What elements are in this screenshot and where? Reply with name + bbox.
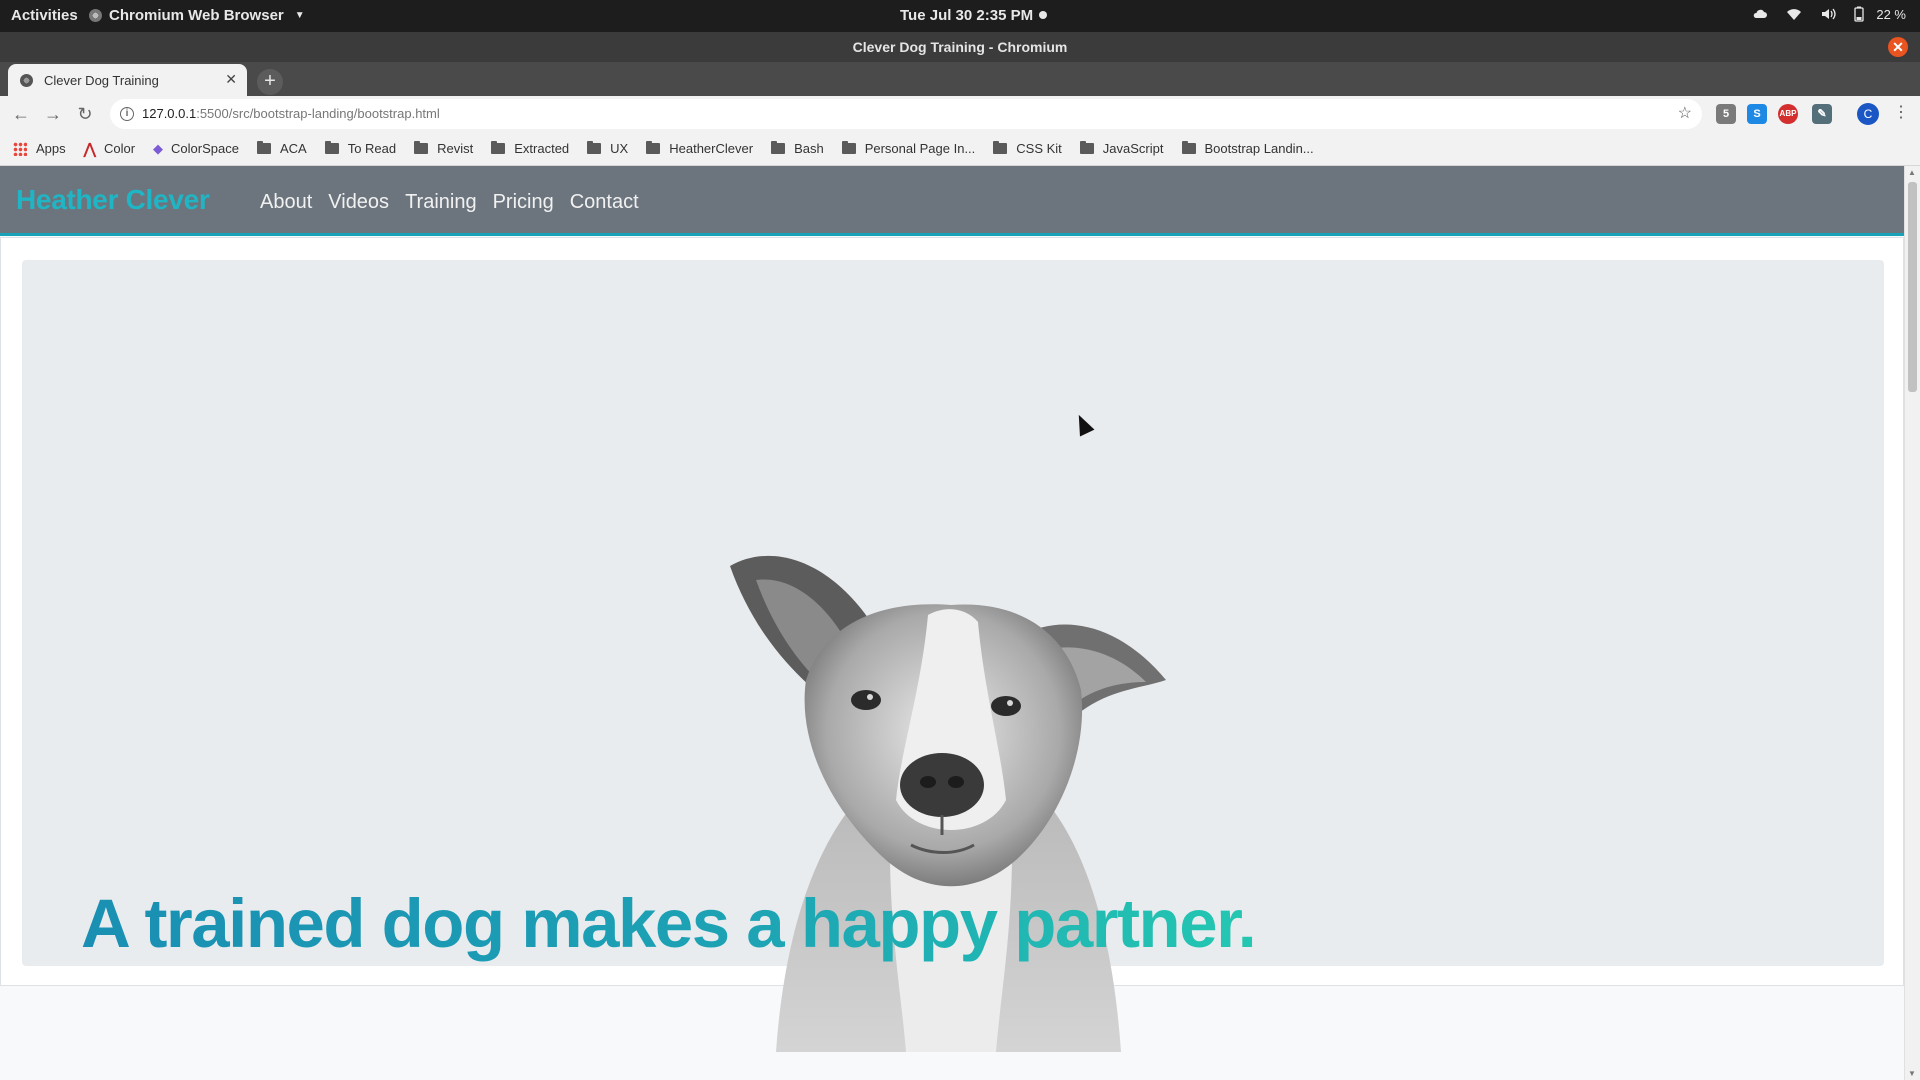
favicon-icon: [20, 73, 33, 87]
scroll-thumb[interactable]: [1908, 182, 1917, 392]
folder-icon: [993, 141, 1008, 154]
apps-grid-icon: [13, 141, 27, 156]
tab-title: Clever Dog Training: [44, 72, 159, 88]
folder-icon: [1079, 141, 1094, 154]
scroll-up-icon[interactable]: ▲: [1908, 168, 1916, 177]
tab-strip: Clever Dog Training ✕ +: [0, 62, 1920, 96]
page-viewport: Heather Clever About Videos Training Pri…: [0, 166, 1920, 1080]
tab-close-icon[interactable]: ✕: [225, 71, 237, 88]
chromium-icon: [89, 9, 102, 22]
forward-button[interactable]: →: [43, 104, 63, 124]
browser-toolbar: ← → ↻ i 127.0.0.1:5500/src/bootstrap-lan…: [0, 96, 1920, 132]
window-title-bar: Clever Dog Training - Chromium ✕: [0, 32, 1920, 62]
color-picker-icon[interactable]: ✎: [1812, 104, 1832, 124]
clock-label: Tue Jul 30 2:35 PM: [900, 7, 1034, 24]
bookmark-label: Revist: [437, 141, 474, 156]
bookmark-apps[interactable]: Apps: [13, 141, 66, 156]
bookmark-folder-to-read[interactable]: To Read: [324, 141, 397, 156]
app-menu[interactable]: Chromium Web Browser ▼: [89, 7, 305, 24]
scroll-down-icon[interactable]: ▼: [1908, 1069, 1916, 1078]
address-bar[interactable]: i 127.0.0.1:5500/src/bootstrap-landing/b…: [110, 99, 1702, 129]
bookmark-colorspace[interactable]: ◆ ColorSpace: [153, 141, 239, 157]
extension-badge-icon[interactable]: 5: [1716, 104, 1736, 124]
folder-icon: [587, 141, 602, 154]
extension-badge-count: 5: [1722, 108, 1730, 120]
nav-link-videos[interactable]: Videos: [328, 191, 389, 214]
bookmark-folder-ux[interactable]: UX: [587, 141, 628, 156]
bookmark-folder-revist[interactable]: Revist: [414, 141, 473, 156]
bookmark-folder-personal-page[interactable]: Personal Page In...: [841, 141, 976, 156]
site-brand[interactable]: Heather Clever: [16, 184, 210, 216]
hero-headline: A trained dog makes a happy partner.: [81, 885, 1257, 962]
chevron-down-icon: ▼: [294, 10, 305, 21]
bookmark-folder-heatherclever[interactable]: HeatherClever: [646, 141, 753, 156]
profile-initial: C: [1863, 107, 1873, 121]
bookmark-folder-javascript[interactable]: JavaScript: [1079, 141, 1164, 156]
bookmark-label: Extracted: [514, 141, 570, 156]
bookmark-folder-extracted[interactable]: Extracted: [491, 141, 569, 156]
folder-icon: [646, 141, 661, 154]
window-title: Clever Dog Training - Chromium: [852, 39, 1068, 55]
url-host: 127.0.0.1: [142, 106, 197, 121]
bookmark-label: CSS Kit: [1016, 141, 1062, 156]
bookmark-label: To Read: [347, 141, 397, 156]
colorspace-icon: ◆: [153, 140, 164, 156]
cloud-icon: [1752, 6, 1768, 22]
adobe-color-icon: ⋀: [83, 140, 96, 158]
bookmark-star-icon[interactable]: ☆: [1678, 99, 1692, 129]
nav-link-about[interactable]: About: [260, 191, 312, 214]
folder-icon: [414, 141, 429, 154]
folder-icon: [1181, 141, 1196, 154]
bookmark-label: Apps: [36, 141, 66, 156]
folder-icon: [324, 141, 339, 154]
bookmark-folder-aca[interactable]: ACA: [256, 141, 307, 156]
app-menu-label: Chromium Web Browser: [109, 7, 284, 24]
folder-icon: [841, 141, 856, 154]
bookmark-folder-bootstrap-landing[interactable]: Bootstrap Landin...: [1181, 141, 1314, 156]
site-navbar: Heather Clever About Videos Training Pri…: [0, 166, 1904, 236]
bookmarks-bar: Apps ⋀ Color ◆ ColorSpace ACA To Read Revi…: [0, 132, 1920, 166]
system-tray[interactable]: 22 %: [1752, 6, 1906, 22]
s-extension-icon[interactable]: S: [1747, 104, 1767, 124]
nav-link-training[interactable]: Training: [405, 191, 477, 214]
url-path: :5500/src/bootstrap-landing/bootstrap.ht…: [196, 106, 440, 121]
bookmark-label: ACA: [279, 141, 307, 156]
wifi-icon: [1786, 6, 1802, 22]
bookmark-folder-bash[interactable]: Bash: [771, 141, 824, 156]
info-icon[interactable]: i: [120, 107, 134, 121]
bookmark-label: Color: [103, 141, 136, 156]
bookmark-label: Bootstrap Landin...: [1204, 141, 1314, 156]
adblock-icon[interactable]: ABP: [1778, 104, 1798, 124]
activities-button[interactable]: Activities: [11, 7, 78, 24]
folder-icon: [256, 141, 271, 154]
window-close-button[interactable]: ✕: [1888, 37, 1908, 57]
volume-icon: [1820, 6, 1837, 22]
back-button[interactable]: ←: [11, 104, 31, 124]
hero-section: A trained dog makes a happy partner.: [0, 237, 1904, 1052]
bookmark-color[interactable]: ⋀ Color: [84, 140, 135, 158]
profile-avatar[interactable]: C: [1857, 103, 1879, 125]
folder-icon: [771, 141, 786, 154]
nav-link-pricing[interactable]: Pricing: [493, 191, 554, 214]
page-scrollbar[interactable]: ▲ ▼: [1904, 166, 1920, 1080]
site-nav-links: About Videos Training Pricing Contact: [260, 191, 639, 214]
reload-button[interactable]: ↻: [75, 104, 95, 124]
menu-kebab-icon[interactable]: ⋮: [1893, 102, 1909, 122]
bookmark-label: UX: [610, 141, 629, 156]
bookmark-label: Personal Page In...: [864, 141, 976, 156]
tab-clever-dog-training[interactable]: Clever Dog Training ✕: [8, 64, 247, 96]
battery-icon: [1854, 6, 1870, 22]
bookmark-label: Bash: [794, 141, 824, 156]
clock[interactable]: Tue Jul 30 2:35 PM: [900, 7, 1048, 24]
system-top-bar: Activities Chromium Web Browser ▼ Tue Ju…: [0, 0, 1920, 32]
notification-dot-icon: [1039, 11, 1048, 19]
bookmark-label: JavaScript: [1102, 141, 1164, 156]
folder-icon: [491, 141, 506, 154]
bookmark-label: ColorSpace: [171, 141, 239, 156]
new-tab-button[interactable]: +: [257, 69, 283, 95]
bookmark-label: HeatherClever: [669, 141, 754, 156]
battery-percent: 22 %: [1876, 6, 1906, 22]
nav-link-contact[interactable]: Contact: [570, 191, 639, 214]
bookmark-folder-css-kit[interactable]: CSS Kit: [993, 141, 1062, 156]
